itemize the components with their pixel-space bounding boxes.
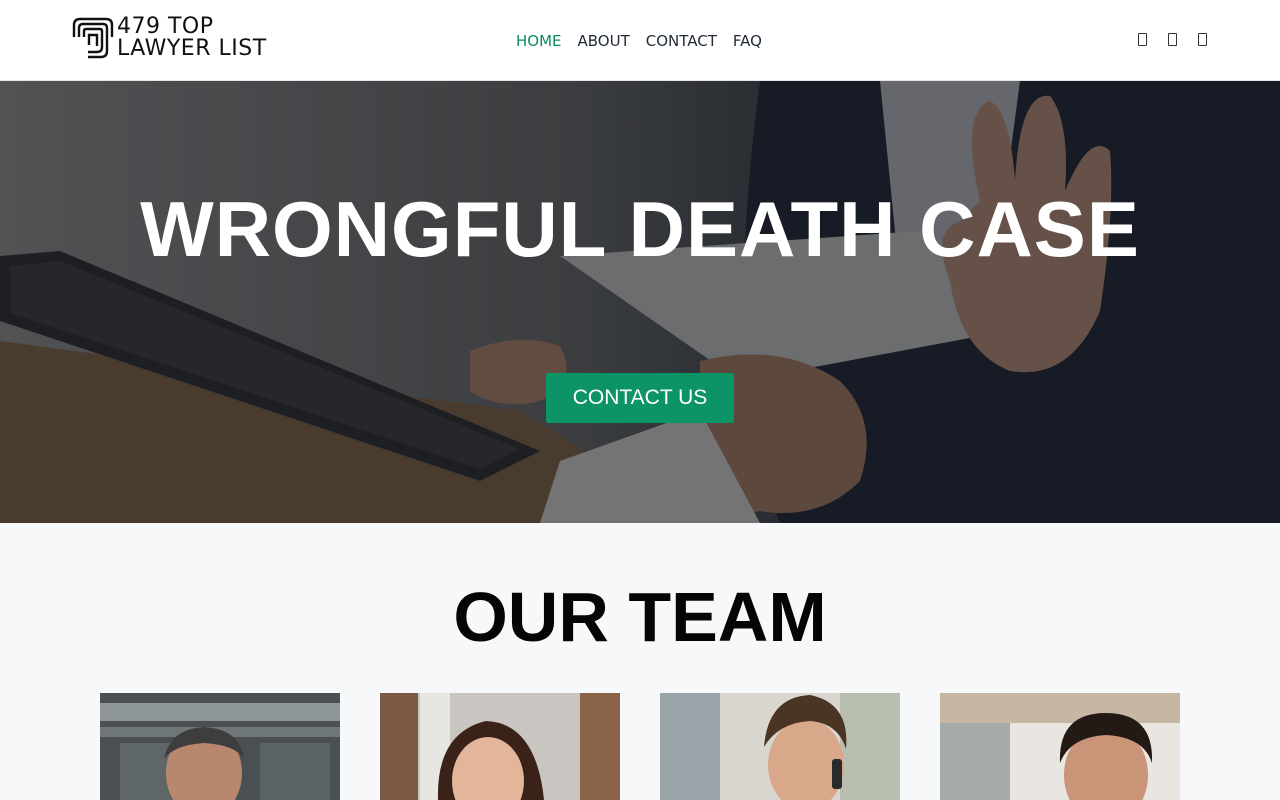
site-logo[interactable]: 479 TOP LAWYER LIST [70,15,310,63]
team-section: OUR TEAM [0,523,1280,800]
team-member-card-2[interactable] [380,693,620,800]
logo-maze-icon [72,17,114,59]
hero-banner: WRONGFUL DEATH CASE CONTACT US [0,81,1280,523]
site-header: 479 TOP LAWYER LIST HOME ABOUT CONTACT F… [0,0,1280,81]
team-member-card-4[interactable] [940,693,1180,800]
logo-line-2: LAWYER LIST [117,36,267,61]
logo-line-1: 479 TOP [117,14,214,39]
social-icon-1[interactable] [1136,31,1148,47]
nav-home[interactable]: HOME [516,30,562,52]
hero-overlay [0,81,1280,523]
nav-contact[interactable]: CONTACT [646,30,717,52]
main-nav: HOME ABOUT CONTACT FAQ [516,30,762,52]
nav-about[interactable]: ABOUT [578,30,630,52]
team-member-card-3[interactable] [660,693,900,800]
hero-title: WRONGFUL DEATH CASE [140,185,1140,273]
contact-us-button[interactable]: CONTACT US [546,373,734,423]
team-member-card-1[interactable] [100,693,340,800]
social-icon-2[interactable] [1166,31,1178,47]
social-links [1136,31,1208,47]
logo-text: 479 TOP LAWYER LIST [117,16,267,60]
social-icon-3[interactable] [1196,31,1208,47]
team-member-photo-3 [660,693,900,800]
nav-faq[interactable]: FAQ [733,30,762,52]
team-title: OUR TEAM [453,578,827,656]
team-member-photo-4 [940,693,1180,800]
team-member-photo-2 [380,693,620,800]
team-member-photo-1 [100,693,340,800]
